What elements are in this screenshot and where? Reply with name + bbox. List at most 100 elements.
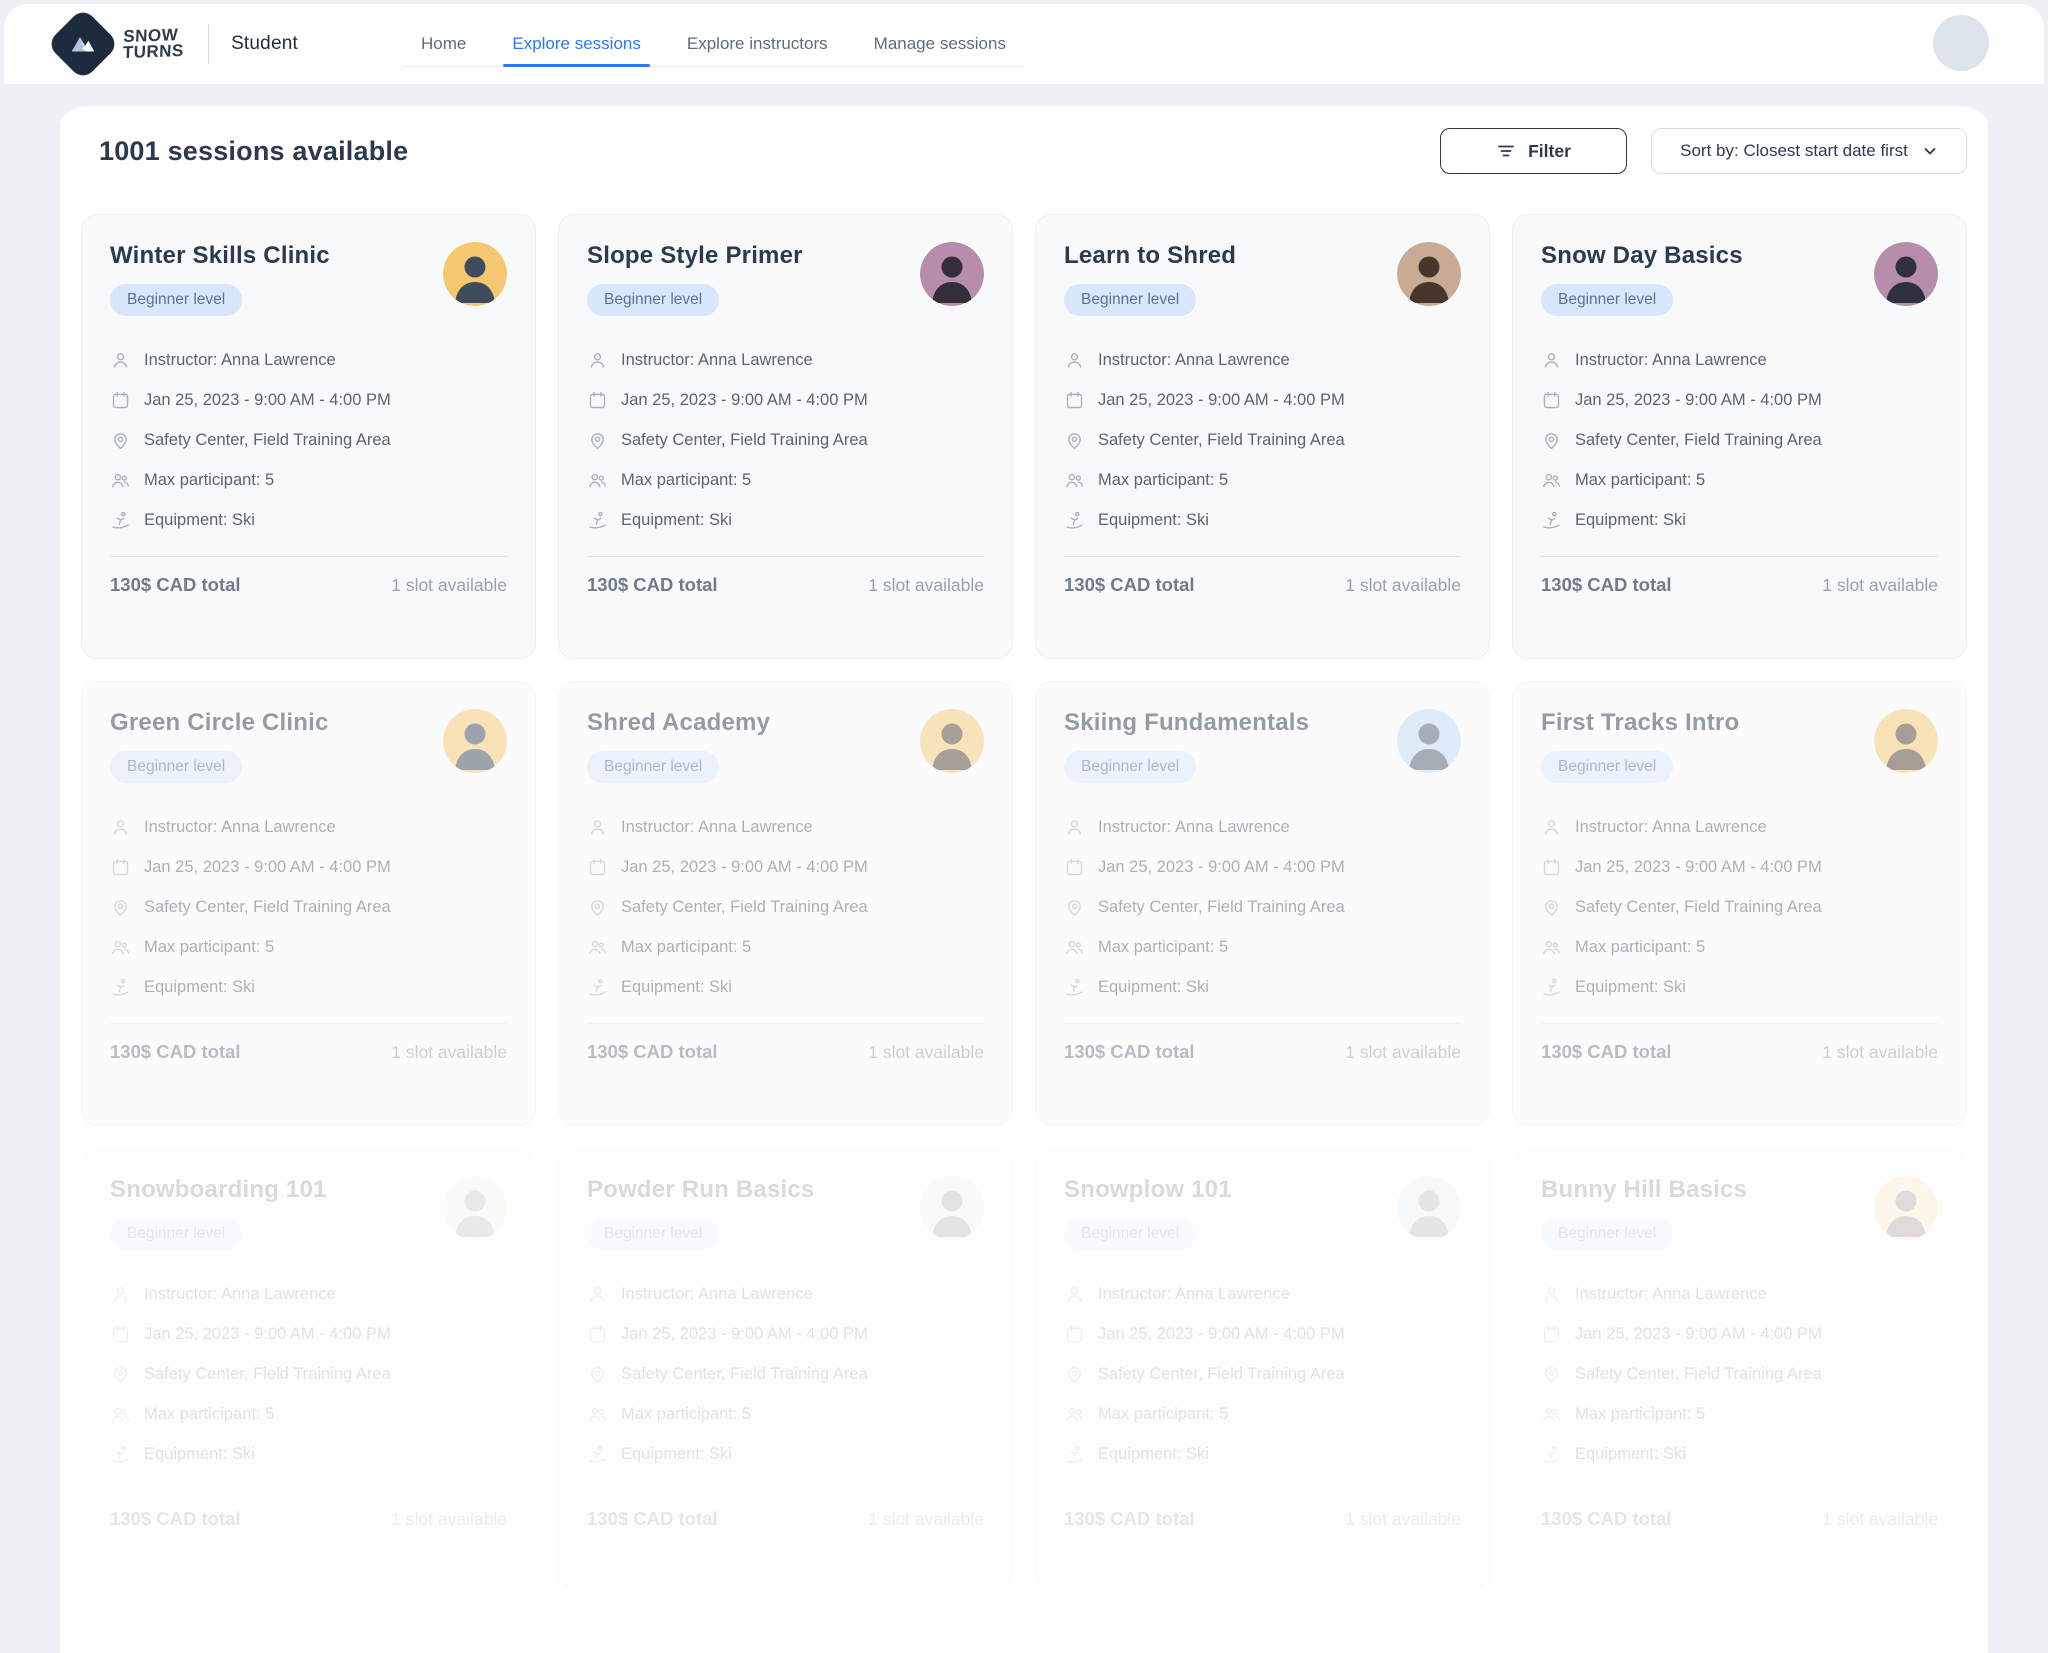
location-pin-icon	[587, 430, 608, 451]
session-info-list: Instructor: Anna Lawrence Jan 25, 2023 -…	[1541, 817, 1938, 998]
instructor-row: Instructor: Anna Lawrence	[110, 817, 507, 838]
participants-row: Max participant: 5	[1541, 1404, 1938, 1425]
person-illustration-icon	[1397, 1176, 1461, 1240]
nav-item-explore-sessions[interactable]: Explore sessions	[503, 21, 650, 66]
price-text: 130$ CAD total	[1541, 1508, 1672, 1530]
price-text: 130$ CAD total	[587, 1508, 718, 1530]
datetime-row: Jan 25, 2023 - 9:00 AM - 4:00 PM	[1064, 390, 1461, 411]
participants-text: Max participant: 5	[621, 938, 751, 957]
session-info-list: Instructor: Anna Lawrence Jan 25, 2023 -…	[1064, 817, 1461, 998]
ski-icon	[587, 977, 608, 998]
datetime-text: Jan 25, 2023 - 9:00 AM - 4:00 PM	[144, 391, 391, 410]
instructor-avatar	[1874, 1176, 1938, 1240]
instructor-avatar	[1874, 242, 1938, 306]
price-text: 130$ CAD total	[110, 574, 241, 596]
equipment-row: Equipment: Ski	[110, 510, 507, 531]
users-icon	[1541, 937, 1562, 958]
equipment-row: Equipment: Ski	[1541, 510, 1938, 531]
person-illustration-icon	[1874, 709, 1938, 773]
level-badge: Beginner level	[1541, 1218, 1673, 1250]
calendar-icon	[1064, 1324, 1085, 1345]
equipment-row: Equipment: Ski	[1541, 977, 1938, 998]
participants-row: Max participant: 5	[1541, 937, 1938, 958]
session-card[interactable]: Shred Academy Beginner level Instructor:…	[558, 681, 1013, 1126]
session-title: Snowboarding 101	[110, 1176, 327, 1204]
person-illustration-icon	[443, 242, 507, 306]
location-text: Safety Center, Field Training Area	[1098, 431, 1345, 450]
filter-button-label: Filter	[1528, 141, 1571, 162]
user-avatar[interactable]	[1933, 15, 1989, 71]
session-card[interactable]: Snowboarding 101 Beginner level Instruct…	[81, 1148, 536, 1593]
nav-item-explore-instructors[interactable]: Explore instructors	[678, 21, 837, 66]
session-info-list: Instructor: Anna Lawrence Jan 25, 2023 -…	[1064, 350, 1461, 531]
calendar-icon	[110, 857, 131, 878]
instructor-text: Instructor: Anna Lawrence	[1098, 351, 1290, 370]
card-footer: 130$ CAD total 1 slot available	[110, 1491, 507, 1530]
toolbar: 1001 sessions available Filter Sort by: …	[81, 128, 1967, 174]
location-pin-icon	[1541, 430, 1562, 451]
person-icon	[110, 817, 131, 838]
calendar-icon	[1541, 390, 1562, 411]
participants-text: Max participant: 5	[1098, 471, 1228, 490]
location-pin-icon	[110, 1364, 131, 1385]
location-text: Safety Center, Field Training Area	[1575, 431, 1822, 450]
session-card[interactable]: Snowplow 101 Beginner level Instructor: …	[1035, 1148, 1490, 1593]
ski-icon	[1541, 1444, 1562, 1465]
card-header: Shred Academy Beginner level	[587, 709, 984, 783]
session-card[interactable]: Slope Style Primer Beginner level Instru…	[558, 214, 1013, 659]
session-card[interactable]: First Tracks Intro Beginner level Instru…	[1512, 681, 1967, 1126]
participants-text: Max participant: 5	[1098, 1405, 1228, 1424]
instructor-row: Instructor: Anna Lawrence	[1541, 350, 1938, 371]
person-illustration-icon	[1874, 1176, 1938, 1240]
datetime-row: Jan 25, 2023 - 9:00 AM - 4:00 PM	[587, 390, 984, 411]
datetime-text: Jan 25, 2023 - 9:00 AM - 4:00 PM	[1098, 1325, 1345, 1344]
session-info-list: Instructor: Anna Lawrence Jan 25, 2023 -…	[1541, 350, 1938, 531]
participants-row: Max participant: 5	[1064, 937, 1461, 958]
filter-button[interactable]: Filter	[1440, 128, 1627, 174]
users-icon	[1064, 470, 1085, 491]
instructor-avatar	[443, 1176, 507, 1240]
nav-item-home[interactable]: Home	[412, 21, 475, 66]
instructor-avatar	[1397, 709, 1461, 773]
location-text: Safety Center, Field Training Area	[1098, 898, 1345, 917]
location-row: Safety Center, Field Training Area	[110, 1364, 507, 1385]
session-title: First Tracks Intro	[1541, 709, 1739, 737]
session-card[interactable]: Powder Run Basics Beginner level Instruc…	[558, 1148, 1013, 1593]
sort-dropdown[interactable]: Sort by: Closest start date first	[1651, 128, 1967, 174]
session-card[interactable]: Winter Skills Clinic Beginner level Inst…	[81, 214, 536, 659]
calendar-icon	[587, 857, 608, 878]
datetime-text: Jan 25, 2023 - 9:00 AM - 4:00 PM	[621, 858, 868, 877]
instructor-row: Instructor: Anna Lawrence	[587, 1284, 984, 1305]
equipment-row: Equipment: Ski	[1541, 1444, 1938, 1465]
card-footer: 130$ CAD total 1 slot available	[587, 1024, 984, 1063]
users-icon	[110, 937, 131, 958]
instructor-row: Instructor: Anna Lawrence	[110, 350, 507, 371]
equipment-text: Equipment: Ski	[1098, 1445, 1209, 1464]
session-card[interactable]: Bunny Hill Basics Beginner level Instruc…	[1512, 1148, 1967, 1593]
card-header: First Tracks Intro Beginner level	[1541, 709, 1938, 783]
brand-logo[interactable]: SNOW TURNS	[57, 18, 184, 70]
card-footer: 130$ CAD total 1 slot available	[1541, 1024, 1938, 1063]
session-card[interactable]: Skiing Fundamentals Beginner level Instr…	[1035, 681, 1490, 1126]
level-badge: Beginner level	[110, 1218, 242, 1250]
participants-text: Max participant: 5	[1098, 938, 1228, 957]
users-icon	[1064, 937, 1085, 958]
users-icon	[1541, 470, 1562, 491]
location-pin-icon	[110, 897, 131, 918]
ski-icon	[110, 977, 131, 998]
card-footer: 130$ CAD total 1 slot available	[1064, 557, 1461, 596]
session-title: Shred Academy	[587, 709, 770, 737]
datetime-row: Jan 25, 2023 - 9:00 AM - 4:00 PM	[587, 1324, 984, 1345]
datetime-text: Jan 25, 2023 - 9:00 AM - 4:00 PM	[1575, 858, 1822, 877]
session-card[interactable]: Learn to Shred Beginner level Instructor…	[1035, 214, 1490, 659]
participants-row: Max participant: 5	[110, 937, 507, 958]
instructor-text: Instructor: Anna Lawrence	[1098, 818, 1290, 837]
instructor-text: Instructor: Anna Lawrence	[621, 351, 813, 370]
card-footer: 130$ CAD total 1 slot available	[110, 1024, 507, 1063]
instructor-row: Instructor: Anna Lawrence	[1541, 817, 1938, 838]
availability-text: 1 slot available	[1345, 575, 1461, 596]
session-card[interactable]: Snow Day Basics Beginner level Instructo…	[1512, 214, 1967, 659]
session-card[interactable]: Green Circle Clinic Beginner level Instr…	[81, 681, 536, 1126]
participants-row: Max participant: 5	[587, 937, 984, 958]
nav-item-manage-sessions[interactable]: Manage sessions	[865, 21, 1015, 66]
